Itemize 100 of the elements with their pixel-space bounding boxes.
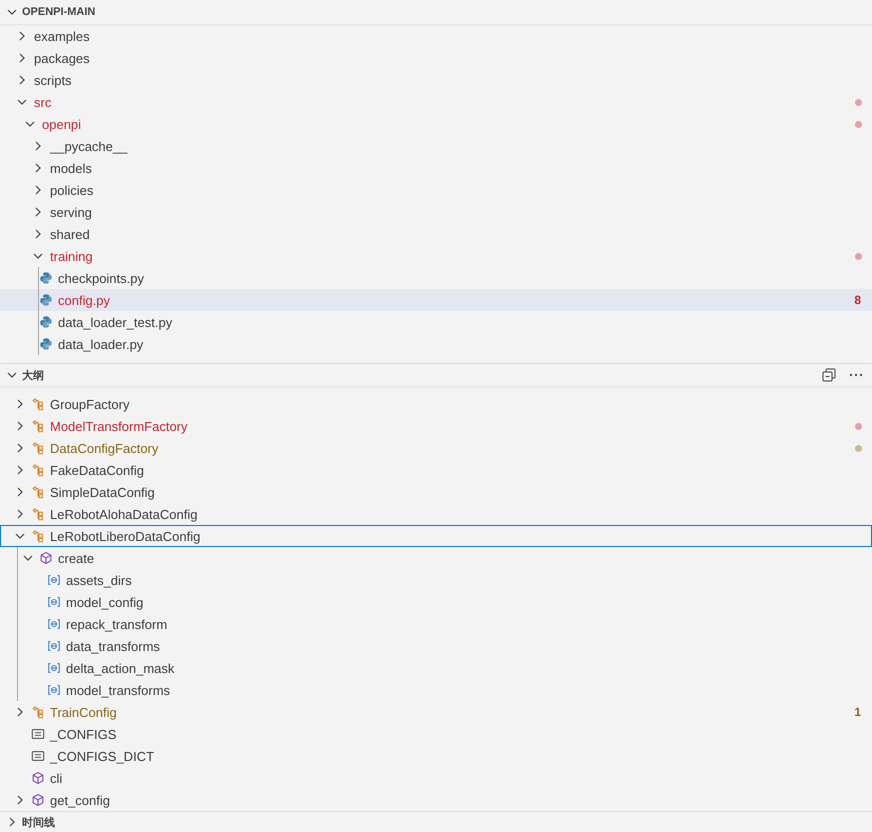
cube-icon [31, 771, 45, 785]
outline-item[interactable]: model_transforms [0, 679, 872, 701]
file-tree-label: config.py [58, 292, 110, 308]
problem-count: 8 [854, 293, 862, 307]
file-tree-item[interactable]: data_loader_test.py [0, 311, 872, 333]
symbol-label: ModelTransformFactory [50, 418, 188, 434]
class-icon [31, 463, 45, 477]
file-tree-item[interactable]: scripts [0, 69, 872, 91]
file-tree-item[interactable]: policies [0, 179, 872, 201]
file-tree-item[interactable]: packages [0, 47, 872, 69]
outline-item[interactable]: model_config [0, 591, 872, 613]
problem-count: 1 [854, 705, 862, 719]
file-tree-label: data_loader_test.py [58, 314, 172, 330]
timeline-title: 时间线 [22, 816, 55, 830]
symbol-label: TrainConfig [50, 704, 117, 720]
file-tree-label: src [34, 94, 52, 110]
file-tree-label: training [50, 248, 93, 264]
class-icon [31, 507, 45, 521]
file-tree-item[interactable]: examples [0, 25, 872, 47]
outline-item[interactable]: repack_transform [0, 613, 872, 635]
symbol-label: repack_transform [66, 616, 168, 632]
field-icon [47, 573, 61, 587]
outline-item[interactable]: _CONFIGS [0, 723, 872, 745]
outline-item[interactable]: LeRobotLiberoDataConfig [0, 525, 872, 547]
outline-title: 大纲 [22, 368, 44, 382]
file-tree-item[interactable]: checkpoints.py [0, 267, 872, 289]
outline-item[interactable]: delta_action_mask [0, 657, 872, 679]
file-tree-item[interactable]: src [0, 91, 872, 113]
outline-item[interactable]: ModelTransformFactory [0, 415, 872, 437]
class-icon [31, 485, 45, 499]
outline-item[interactable]: GroupFactory [0, 393, 872, 415]
outline-header[interactable]: 大纲 [0, 364, 872, 386]
outline-item[interactable]: create [0, 547, 872, 569]
python-file-icon [39, 293, 53, 307]
file-tree-item[interactable]: __pycache__ [0, 135, 872, 157]
symbol-label: SimpleDataConfig [50, 484, 155, 500]
symbol-label: create [58, 550, 94, 566]
file-tree-label: examples [34, 28, 90, 44]
collapse-all-icon[interactable] [821, 367, 837, 383]
file-tree-label: data_loader.py [58, 336, 144, 352]
file-tree-label: __pycache__ [50, 138, 128, 154]
outline-item[interactable]: get_config [0, 789, 872, 811]
class-icon [31, 705, 45, 719]
explorer-header[interactable]: OPENPI-MAIN [0, 0, 872, 24]
symbol-label: _CONFIGS [50, 726, 116, 742]
file-tree-item[interactable]: models [0, 157, 872, 179]
outline-item[interactable]: _CONFIGS_DICT [0, 745, 872, 767]
file-tree-item[interactable]: openpi [0, 113, 872, 135]
timeline-header[interactable]: 时间线 [0, 811, 872, 832]
constant-icon [31, 749, 45, 763]
explorer-title: OPENPI-MAIN [22, 6, 96, 18]
class-icon [31, 397, 45, 411]
file-tree-label: shared [50, 226, 90, 242]
symbol-label: GroupFactory [50, 396, 130, 412]
outline-item[interactable]: DataConfigFactory [0, 437, 872, 459]
symbol-label: model_config [66, 594, 144, 610]
file-tree-item[interactable]: serving [0, 201, 872, 223]
file-tree-label: scripts [34, 72, 72, 88]
cube-icon [31, 793, 45, 807]
python-file-icon [39, 337, 53, 351]
field-icon [47, 617, 61, 631]
outline-item[interactable]: LeRobotAlohaDataConfig [0, 503, 872, 525]
outline-item[interactable]: assets_dirs [0, 569, 872, 591]
class-icon [31, 529, 45, 543]
file-tree-label: openpi [42, 116, 82, 132]
file-tree-item[interactable]: shared [0, 223, 872, 245]
field-icon [47, 595, 61, 609]
field-icon [47, 683, 61, 697]
symbol-label: assets_dirs [66, 572, 132, 588]
outline-item[interactable]: SimpleDataConfig [0, 481, 872, 503]
outline-item[interactable]: TrainConfig 1 [0, 701, 872, 723]
symbol-label: data_transforms [66, 638, 160, 654]
symbol-label: delta_action_mask [66, 660, 174, 676]
symbol-label: DataConfigFactory [50, 440, 158, 456]
class-icon [31, 441, 45, 455]
file-tree-label: serving [50, 204, 92, 220]
outline-item[interactable]: cli [0, 767, 872, 789]
symbol-label: get_config [50, 792, 110, 808]
file-tree-label: checkpoints.py [58, 270, 144, 286]
python-file-icon [39, 315, 53, 329]
file-tree-item[interactable]: training [0, 245, 872, 267]
outline-item[interactable]: data_transforms [0, 635, 872, 657]
python-file-icon [39, 271, 53, 285]
symbol-label: cli [50, 770, 62, 786]
file-tree-item[interactable]: config.py 8 [0, 289, 872, 311]
constant-icon [31, 727, 45, 741]
symbol-label: LeRobotLiberoDataConfig [50, 528, 200, 544]
class-icon [31, 419, 45, 433]
file-tree-label: models [50, 160, 92, 176]
symbol-label: _CONFIGS_DICT [50, 748, 154, 764]
file-tree-label: policies [50, 182, 94, 198]
outline-item[interactable]: FakeDataConfig [0, 459, 872, 481]
file-tree-item[interactable]: data_loader.py [0, 333, 872, 355]
field-icon [47, 639, 61, 653]
symbol-label: model_transforms [66, 682, 170, 698]
symbol-label: LeRobotAlohaDataConfig [50, 506, 198, 522]
field-icon [47, 661, 61, 675]
file-tree-label: packages [34, 50, 90, 66]
symbol-label: FakeDataConfig [50, 462, 144, 478]
cube-icon [39, 551, 53, 565]
